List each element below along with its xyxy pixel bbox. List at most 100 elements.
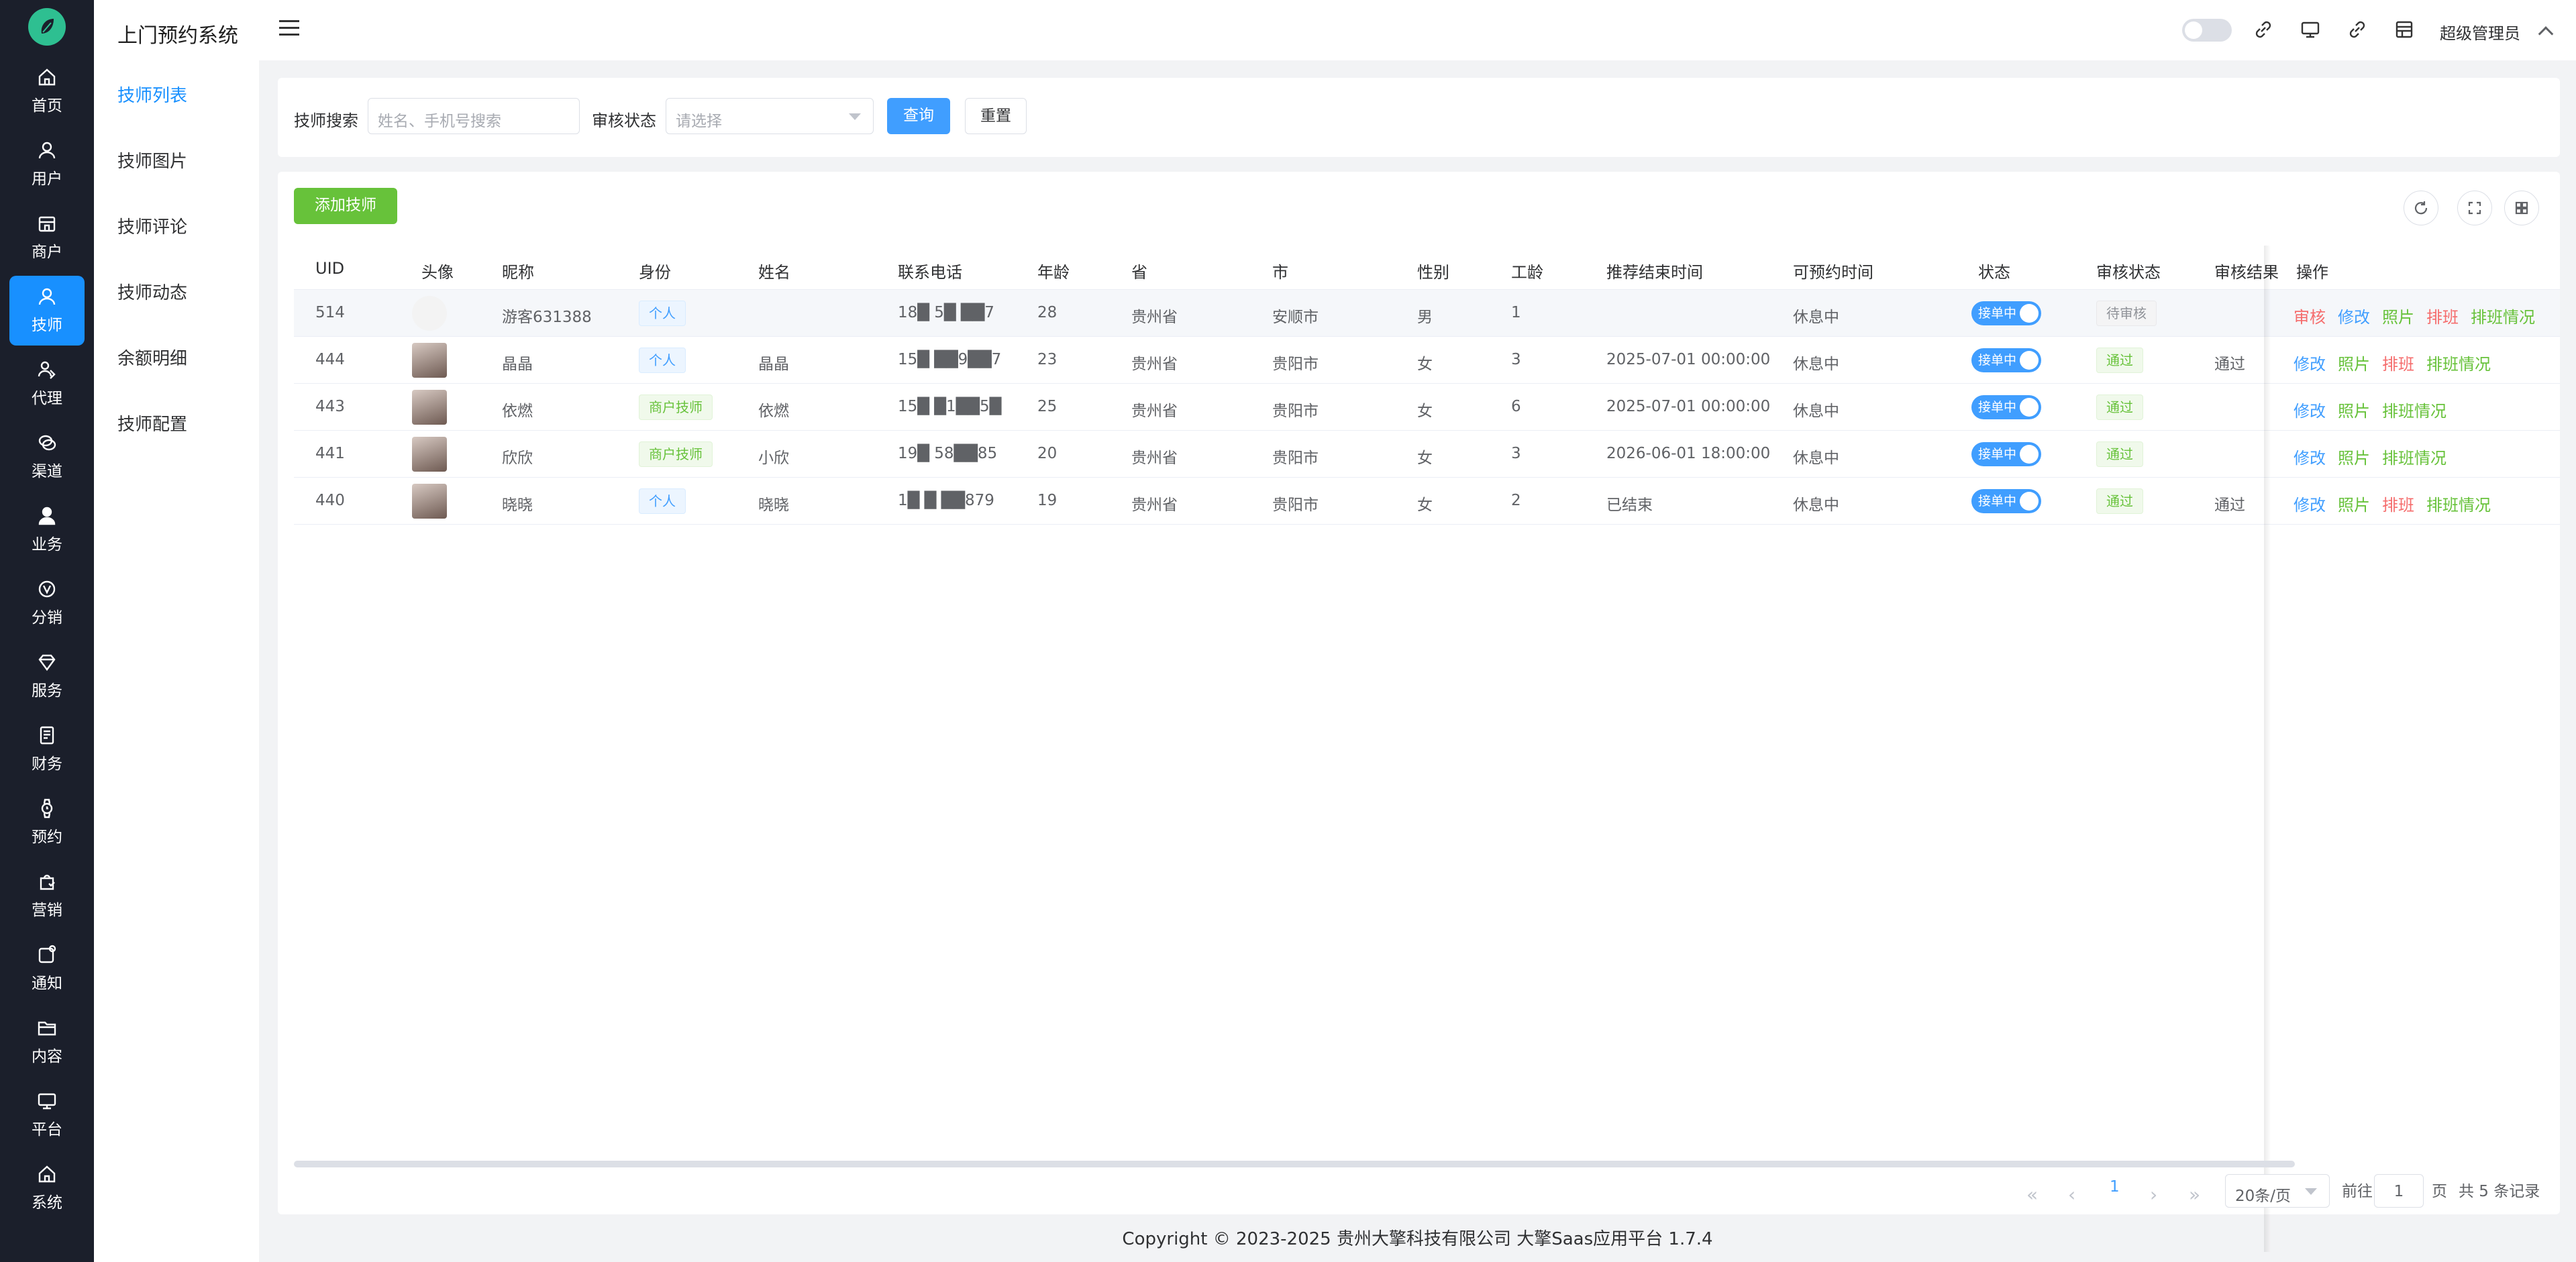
top-bar: 超级管理员: [259, 0, 2576, 60]
action-link[interactable]: 排班情况: [2426, 496, 2491, 515]
action-link[interactable]: 排班: [2382, 496, 2414, 515]
column-header: 可预约时间: [1793, 263, 1873, 282]
action-link[interactable]: 修改: [2338, 308, 2370, 327]
order-status-switch[interactable]: 接单中: [1971, 442, 2041, 466]
rail-item-system-home[interactable]: 系统: [9, 1153, 85, 1223]
submenu-item[interactable]: 技师评论: [117, 213, 187, 238]
order-status-switch[interactable]: 接单中: [1971, 348, 2041, 372]
audit-status-select[interactable]: 请选择: [666, 98, 874, 134]
rail-item-folder[interactable]: 内容: [9, 1007, 85, 1077]
submenu-item[interactable]: 技师动态: [117, 279, 187, 304]
leaf-logo-icon: [41, 19, 54, 34]
monitor-icon[interactable]: [2299, 18, 2322, 41]
submenu-item[interactable]: 技师图片: [117, 148, 187, 172]
cell-nickname: 晓晓: [502, 496, 533, 514]
cell-rec-end: 已结束: [1606, 496, 1653, 514]
action-link[interactable]: 排班情况: [2382, 402, 2446, 421]
rail-item-watch[interactable]: 预约: [9, 788, 85, 857]
rail-item-finance[interactable]: 财务: [9, 715, 85, 784]
cell-nickname: 欣欣: [502, 450, 533, 467]
theme-toggle[interactable]: [2182, 19, 2232, 42]
cell-name: 晓晓: [758, 496, 789, 514]
order-status-switch[interactable]: 接单中: [1971, 489, 2041, 513]
next-page-icon[interactable]: ›: [2150, 1184, 2157, 1206]
action-link[interactable]: 排班: [2426, 308, 2459, 327]
chevron-up-icon[interactable]: [2538, 26, 2554, 42]
store-icon[interactable]: [2393, 18, 2416, 41]
caret-down-icon: [849, 113, 861, 120]
finance-icon: [40, 726, 54, 745]
cell-audit-result: 通过: [2214, 356, 2245, 373]
rail-item-business[interactable]: 业务: [9, 495, 85, 565]
rail-item-channel[interactable]: 渠道: [9, 422, 85, 492]
avatar[interactable]: [412, 343, 447, 378]
action-link[interactable]: 排班情况: [2382, 449, 2446, 468]
admin-user-menu[interactable]: 超级管理员: [2440, 20, 2520, 44]
rail-item-notify[interactable]: 通知: [9, 934, 85, 1004]
refresh-icon[interactable]: [2404, 191, 2438, 225]
column-header: 年龄: [1037, 263, 1070, 282]
link-icon[interactable]: [2346, 18, 2369, 41]
goto-page-input[interactable]: 1: [2374, 1174, 2424, 1208]
rail-item-store[interactable]: 商户: [9, 203, 85, 272]
submenu-item[interactable]: 技师列表: [117, 82, 187, 107]
column-settings-icon[interactable]: [2504, 191, 2539, 225]
sub-menu: 上门预约系统 技师列表 技师图片 技师评论 技师动态 余额明细 技师配置: [94, 0, 259, 1262]
order-status-switch[interactable]: 接单中: [1971, 301, 2041, 325]
cell-years: 2: [1511, 492, 1521, 509]
submenu-item[interactable]: 余额明细: [117, 345, 187, 370]
action-link[interactable]: 照片: [2338, 449, 2370, 468]
cell-province: 贵州省: [1131, 450, 1178, 467]
submenu-item[interactable]: 技师配置: [117, 411, 187, 435]
business-icon: [38, 507, 56, 525]
avatar[interactable]: [412, 390, 447, 425]
action-link[interactable]: 修改: [2294, 496, 2326, 515]
column-header: 状态: [1978, 263, 2010, 282]
table-row[interactable]: 440 晓晓 晓晓 1█ █ ██879 19 贵州省 贵阳市 女 2 已结束 休息中 个人 接单中 通过…: [294, 478, 2560, 525]
action-link[interactable]: 排班情况: [2426, 355, 2491, 374]
rail-item-marketing[interactable]: 营销: [9, 861, 85, 931]
prev-page-icon[interactable]: ‹: [2068, 1184, 2075, 1206]
identity-tag: 个人: [639, 348, 686, 373]
table-row[interactable]: 443 依燃 依燃 15█ █1██5█ 25 贵州省 贵阳市 女 6 2025-07-01 00…: [294, 384, 2560, 431]
action-link[interactable]: 照片: [2338, 402, 2370, 421]
horizontal-scrollbar[interactable]: [294, 1161, 2295, 1167]
action-link[interactable]: 修改: [2294, 449, 2326, 468]
avatar[interactable]: [412, 296, 447, 331]
page-number[interactable]: 1: [2110, 1178, 2120, 1196]
action-link[interactable]: 排班: [2382, 355, 2414, 374]
page-size-select[interactable]: 20条/页: [2225, 1174, 2330, 1208]
rail-item-user[interactable]: 用户: [9, 129, 85, 199]
table-row[interactable]: 444 晶晶 晶晶 15█ ██9██7 23 贵州省 贵阳市 女 3 2025-07-01 00…: [294, 337, 2560, 384]
rail-item-home[interactable]: 首页: [9, 56, 85, 126]
rail-item-agent[interactable]: 代理: [9, 349, 85, 419]
action-link[interactable]: 修改: [2294, 355, 2326, 374]
cell-phone: 18█ 5█ ██7: [898, 304, 994, 321]
avatar[interactable]: [412, 437, 447, 472]
action-link[interactable]: 排班情况: [2471, 308, 2535, 327]
add-technician-button[interactable]: 添加技师: [294, 188, 397, 224]
action-link[interactable]: 照片: [2382, 308, 2414, 327]
rail-item-diamond[interactable]: 服务: [9, 641, 85, 711]
technician-search-input[interactable]: 姓名、手机号搜索: [368, 98, 580, 134]
action-link[interactable]: 修改: [2294, 402, 2326, 421]
rail-item-distribution[interactable]: 分销: [9, 568, 85, 638]
rail-item-monitor[interactable]: 平台: [9, 1080, 85, 1150]
action-link[interactable]: 照片: [2338, 496, 2370, 515]
link-icon[interactable]: [2252, 18, 2275, 41]
order-status-switch[interactable]: 接单中: [1971, 395, 2041, 419]
query-button[interactable]: 查询: [887, 98, 950, 134]
first-page-icon[interactable]: «: [2026, 1184, 2038, 1206]
cell-nickname: 游客631388: [502, 309, 592, 326]
menu-icon[interactable]: [279, 20, 299, 38]
fullscreen-icon[interactable]: [2457, 191, 2492, 225]
rail-item-technician[interactable]: 技师: [9, 276, 85, 346]
table-row[interactable]: 441 欣欣 小欣 19█ 58██85 20 贵州省 贵阳市 女 3 2026-06-01 18…: [294, 431, 2560, 478]
last-page-icon[interactable]: »: [2189, 1184, 2200, 1206]
reset-button[interactable]: 重置: [965, 98, 1027, 134]
app-logo[interactable]: [28, 8, 66, 46]
table-row[interactable]: 514 游客631388 18█ 5█ ██7 28 贵州省 安顺市 男 1 休息中 个人 接单中 待…: [294, 290, 2560, 337]
action-link[interactable]: 照片: [2338, 355, 2370, 374]
action-link[interactable]: 审核: [2294, 308, 2326, 327]
avatar[interactable]: [412, 484, 447, 519]
